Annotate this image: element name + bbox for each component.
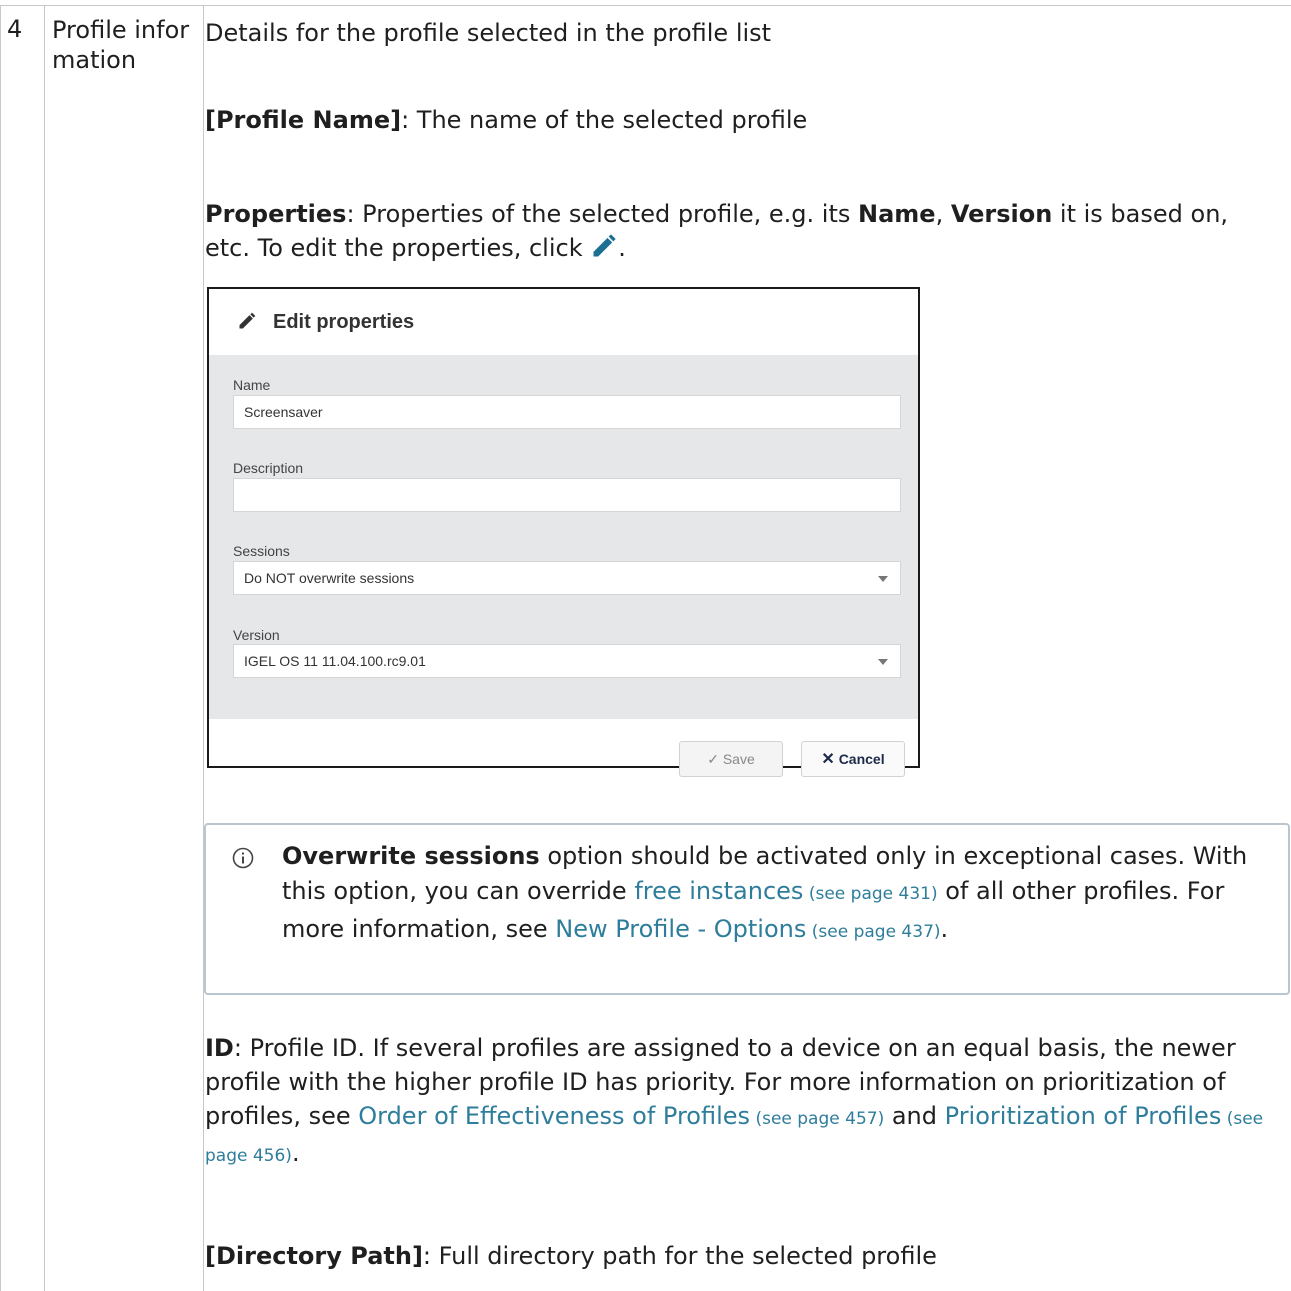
row-number: 4 (7, 15, 23, 43)
properties-label: Properties (205, 200, 347, 228)
profile-name-text: : The name of the selected profile (401, 106, 808, 134)
prioritization-link[interactable]: Prioritization of Profiles (945, 1102, 1222, 1130)
new-profile-options-link[interactable]: New Profile - Options (555, 915, 806, 943)
period: . (618, 234, 626, 262)
description-label: Description (233, 460, 304, 476)
id-label: ID (205, 1034, 234, 1062)
version-select[interactable]: IGEL OS 11 11.04.100.rc9.01 (233, 644, 901, 678)
sessions-value: Do NOT overwrite sessions (244, 570, 415, 586)
order-of-effectiveness-link[interactable]: Order of Effectiveness of Profiles (358, 1102, 750, 1130)
page-ref[interactable]: (see page 437) (806, 922, 941, 942)
table-top-border (0, 5, 1291, 6)
row-name: Profile information (52, 16, 190, 74)
name-field[interactable]: Screensaver (233, 395, 901, 429)
directory-path-label: [Directory Path] (205, 1242, 423, 1270)
pencil-icon[interactable] (590, 232, 618, 269)
profile-name-label: [Profile Name] (205, 106, 402, 134)
dialog-header: Edit properties (209, 289, 918, 355)
dialog-body: Name Screensaver Description Sessions Do… (209, 355, 918, 719)
cancel-button[interactable]: ✕ Cancel (801, 741, 905, 777)
table-left-border (0, 5, 1, 1291)
column-divider (203, 5, 204, 1291)
save-label: Save (722, 751, 755, 767)
properties-text: : Properties of the selected profile, e.… (346, 200, 858, 228)
info-text-part: . (940, 915, 949, 943)
sessions-select[interactable]: Do NOT overwrite sessions (233, 561, 901, 595)
profile-name-paragraph: [Profile Name]: The name of the selected… (205, 103, 1275, 137)
page-ref[interactable]: (see page 431) (803, 884, 938, 904)
id-paragraph: ID: Profile ID. If several profiles are … (205, 1031, 1275, 1173)
directory-path-paragraph: [Directory Path]: Full directory path fo… (205, 1239, 1275, 1273)
info-icon (232, 847, 254, 873)
edit-properties-dialog: Edit properties Name Screensaver Descrip… (207, 287, 920, 777)
close-icon: ✕ (821, 751, 835, 768)
chevron-down-icon (878, 659, 888, 665)
overwrite-sessions-term: Overwrite sessions (282, 842, 540, 870)
info-panel: Overwrite sessions option should be acti… (204, 823, 1290, 995)
version-value: IGEL OS 11 11.04.100.rc9.01 (244, 653, 426, 669)
cancel-label: Cancel (838, 751, 885, 767)
pencil-icon (237, 311, 257, 336)
row-details: Details for the profile selected in the … (205, 19, 772, 47)
sessions-label: Sessions (233, 543, 290, 559)
save-button[interactable]: ✓ Save (679, 741, 783, 777)
version-term: Version (950, 200, 1053, 228)
directory-path-text: : Full directory path for the selected p… (422, 1242, 937, 1270)
version-label: Version (233, 627, 280, 643)
name-term: Name (857, 200, 936, 228)
id-text: and (884, 1102, 945, 1130)
page-ref[interactable]: (see page 457) (750, 1109, 884, 1129)
properties-paragraph: Properties: Properties of the selected p… (205, 197, 1275, 269)
chevron-down-icon (878, 576, 888, 582)
dialog-title: Edit properties (273, 311, 415, 333)
id-text: . (291, 1139, 300, 1167)
info-text: Overwrite sessions option should be acti… (282, 839, 1272, 950)
name-label: Name (233, 377, 271, 393)
description-field[interactable] (233, 478, 901, 512)
free-instances-link[interactable]: free instances (634, 877, 803, 905)
column-divider (44, 5, 45, 1291)
check-icon: ✓ (707, 751, 719, 767)
separator: , (935, 200, 951, 228)
